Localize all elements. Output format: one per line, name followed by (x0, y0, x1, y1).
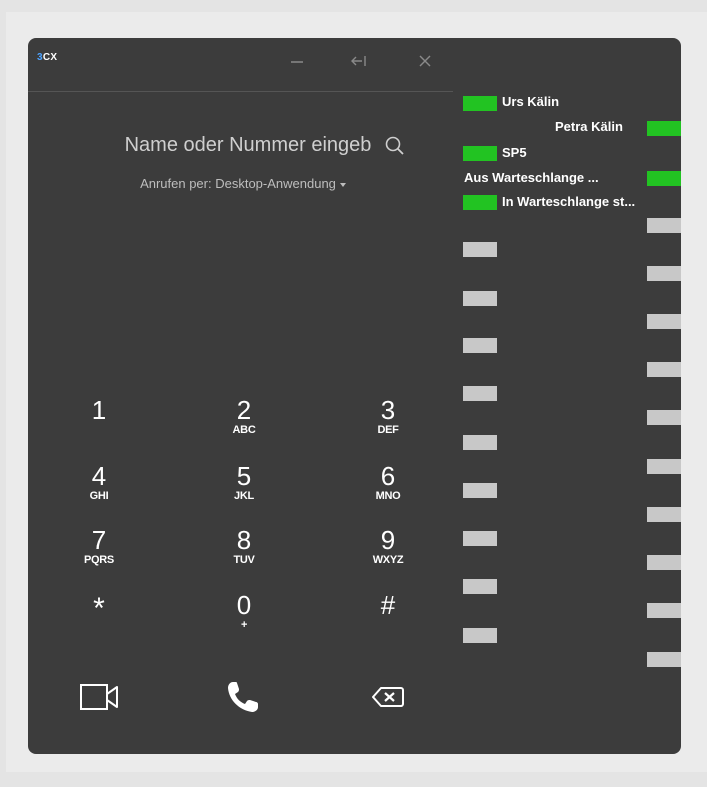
blf-empty-slot[interactable] (463, 338, 497, 353)
blf-label[interactable]: Petra Kälin (555, 119, 623, 134)
keypad-digit: * (93, 592, 105, 625)
keypad-letters: TUV (233, 554, 255, 566)
keypad-digit: 5 (236, 461, 252, 491)
call-via-dropdown[interactable]: Anrufen per: Desktop-Anwendung (108, 176, 378, 191)
blf-empty-slot[interactable] (463, 579, 497, 594)
dock-icon (351, 56, 366, 66)
blf-empty-slot[interactable] (647, 652, 681, 667)
keypad-digit: 8 (236, 525, 252, 555)
keypad-digit: 2 (236, 395, 252, 425)
keypad-key-8[interactable]: 8 TUV (214, 526, 274, 566)
keypad-key-3[interactable]: 3 DEF (358, 396, 418, 436)
blf-empty-slot[interactable] (463, 435, 497, 450)
blf-status-indicator (463, 195, 497, 210)
blf-status-indicator (463, 146, 497, 161)
keypad-digit: 9 (380, 525, 396, 555)
keypad-letters: + (240, 619, 248, 631)
blf-empty-slot[interactable] (647, 459, 681, 474)
keypad-digit: 1 (91, 395, 107, 425)
blf-empty-slot[interactable] (463, 628, 497, 643)
keypad-key-4[interactable]: 4 GHI (69, 462, 129, 502)
phone-icon[interactable] (225, 679, 261, 715)
keypad-letters: PQRS (84, 554, 114, 566)
blf-empty-slot[interactable] (647, 507, 681, 522)
keypad-key-0[interactable]: 0 + (214, 591, 274, 631)
keypad-digit: 4 (91, 461, 107, 491)
search-input[interactable]: Name oder Nummer eingeb (88, 134, 408, 157)
title-divider (28, 91, 453, 92)
close-icon (419, 55, 431, 67)
blf-empty-slot[interactable] (647, 218, 681, 233)
keypad-digit: 7 (91, 525, 107, 555)
blf-status-indicator (647, 121, 681, 136)
search-icon[interactable] (384, 135, 406, 157)
dialer-window: 3CX Name oder Nummer eingeb Anrufen per:… (28, 38, 681, 754)
keypad-key-5[interactable]: 5 JKL (214, 462, 274, 502)
blf-label[interactable]: SP5 (502, 145, 527, 160)
minimize-button[interactable] (284, 50, 310, 72)
keypad-key-2[interactable]: 2 ABC (214, 396, 274, 436)
dock-button[interactable] (346, 50, 372, 72)
logo-suffix: CX (42, 52, 58, 63)
title-bar: 3CX (28, 38, 681, 90)
blf-empty-slot[interactable] (647, 314, 681, 329)
close-button[interactable] (412, 50, 438, 72)
chevron-down-icon (339, 182, 346, 187)
blf-label[interactable]: In Warteschlange st... (502, 194, 635, 209)
keypad-key-star[interactable]: * (69, 591, 129, 627)
blf-status-indicator (463, 96, 497, 111)
keypad-key-hash[interactable]: # (358, 591, 418, 619)
video-call-icon[interactable] (79, 683, 123, 713)
blf-empty-slot[interactable] (463, 531, 497, 546)
keypad-letters: GHI (89, 490, 109, 502)
keypad-digit: # (380, 590, 396, 620)
blf-empty-slot[interactable] (647, 266, 681, 281)
blf-empty-slot[interactable] (647, 410, 681, 425)
blf-label[interactable]: Urs Kälin (502, 94, 559, 109)
keypad-key-6[interactable]: 6 MNO (358, 462, 418, 502)
keypad-digit: 0 (236, 590, 252, 620)
keypad-key-1[interactable]: 1 (69, 396, 129, 424)
blf-empty-slot[interactable] (463, 242, 497, 257)
keypad-letters: JKL (234, 490, 254, 502)
blf-empty-slot[interactable] (463, 483, 497, 498)
keypad-letters: ABC (232, 424, 256, 436)
blf-empty-slot[interactable] (647, 362, 681, 377)
blf-empty-slot[interactable] (463, 291, 497, 306)
blf-empty-slot[interactable] (463, 386, 497, 401)
backspace-icon[interactable] (371, 685, 405, 709)
keypad-digit: 6 (380, 461, 396, 491)
call-via-label: Anrufen per: Desktop-Anwendung (140, 176, 336, 191)
keypad-digit: 3 (380, 395, 396, 425)
blf-label[interactable]: Aus Warteschlange ... (464, 170, 599, 185)
keypad-letters: DEF (377, 424, 399, 436)
keypad-letters: WXYZ (372, 554, 404, 566)
blf-status-indicator (647, 171, 681, 186)
blf-empty-slot[interactable] (647, 555, 681, 570)
minimize-icon (291, 61, 303, 63)
keypad-key-7[interactable]: 7 PQRS (69, 526, 129, 566)
app-logo: 3CX (37, 52, 57, 63)
keypad-letters: MNO (375, 490, 401, 502)
blf-empty-slot[interactable] (647, 603, 681, 618)
keypad-key-9[interactable]: 9 WXYZ (358, 526, 418, 566)
